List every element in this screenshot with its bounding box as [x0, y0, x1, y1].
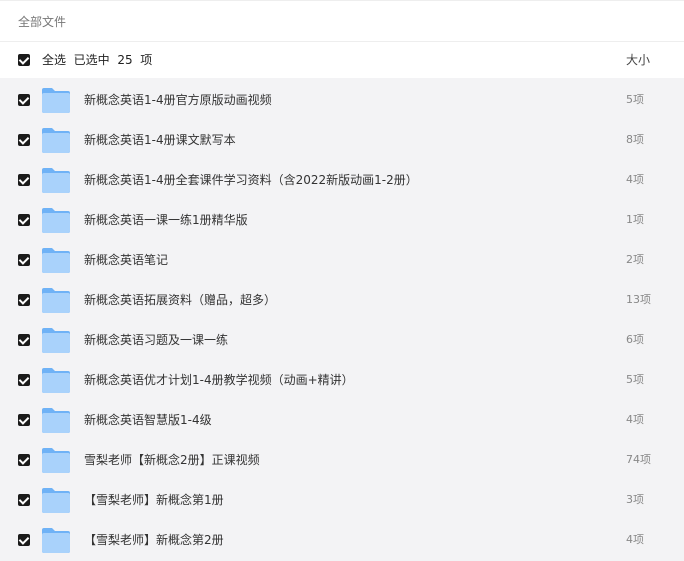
select-all-checkbox-icon[interactable] — [18, 54, 30, 66]
folder-icon — [41, 247, 71, 274]
folder-row[interactable]: 新概念英语智慧版1-4级 4项 — [0, 398, 684, 438]
selected-count: 25 — [117, 53, 133, 67]
folder-item-count: 2项 — [626, 253, 644, 266]
folder-row[interactable]: 雪梨老师【新概念2册】正课视频 74项 — [0, 438, 684, 478]
folder-row[interactable]: 【雪梨老师】新概念第1册 3项 — [0, 478, 684, 518]
checkbox-checked-icon[interactable] — [18, 454, 30, 466]
selected-prefix: 已选中 — [73, 53, 110, 67]
folder-item-count: 5项 — [626, 373, 644, 386]
checkbox-checked-icon[interactable] — [18, 494, 30, 506]
folder-name[interactable]: 【雪梨老师】新概念第2册 — [84, 532, 224, 548]
checkbox-checked-icon[interactable] — [18, 254, 30, 266]
folder-name[interactable]: 新概念英语优才计划1-4册教学视频（动画+精讲） — [84, 372, 354, 388]
folder-icon — [41, 127, 71, 154]
folder-name[interactable]: 新概念英语1-4册官方原版动画视频 — [84, 92, 272, 108]
folder-icon — [41, 287, 71, 314]
checkbox-checked-icon[interactable] — [18, 534, 30, 546]
folder-item-count: 74项 — [626, 453, 651, 466]
folder-item-count: 4项 — [626, 533, 644, 546]
folder-row[interactable]: 新概念英语1-4册课文默写本 8项 — [0, 118, 684, 158]
checkbox-checked-icon[interactable] — [18, 174, 30, 186]
folder-row[interactable]: 新概念英语习题及一课一练 6项 — [0, 318, 684, 358]
selection-summary: 全选 已选中 25 项 — [42, 52, 152, 68]
folder-name[interactable]: 新概念英语智慧版1-4级 — [84, 412, 212, 428]
selected-suffix: 项 — [140, 53, 153, 67]
folder-name[interactable]: 新概念英语笔记 — [84, 252, 168, 268]
folder-icon — [41, 167, 71, 194]
folder-name[interactable]: 新概念英语1-4册课文默写本 — [84, 132, 236, 148]
list-header: 全选 已选中 25 项 大小 — [0, 42, 684, 78]
folder-icon — [41, 327, 71, 354]
folder-item-count: 1项 — [626, 213, 644, 226]
folder-row[interactable]: 新概念英语1-4册全套课件学习资料（含2022新版动画1-2册） 4项 — [0, 158, 684, 198]
folder-icon — [41, 367, 71, 394]
folder-row[interactable]: 新概念英语笔记 2项 — [0, 238, 684, 278]
folder-row[interactable]: 【雪梨老师】新概念第2册 4项 — [0, 518, 684, 558]
folder-icon — [41, 407, 71, 434]
folder-icon — [41, 487, 71, 514]
checkbox-checked-icon[interactable] — [18, 334, 30, 346]
checkbox-checked-icon[interactable] — [18, 134, 30, 146]
breadcrumb-all-files[interactable]: 全部文件 — [18, 14, 66, 30]
folder-name[interactable]: 新概念英语习题及一课一练 — [84, 332, 228, 348]
file-browser: 全部文件 全选 已选中 25 项 大小 新概念英语1-4册官方原版动画视频 5项新… — [0, 0, 684, 561]
folder-name[interactable]: 新概念英语1-4册全套课件学习资料（含2022新版动画1-2册） — [84, 172, 418, 188]
folder-name[interactable]: 新概念英语一课一练1册精华版 — [84, 212, 248, 228]
folder-item-count: 8项 — [626, 133, 644, 146]
folder-item-count: 5项 — [626, 93, 644, 106]
folder-icon — [41, 447, 71, 474]
folder-item-count: 3项 — [626, 493, 644, 506]
folder-row[interactable]: 新概念英语一课一练1册精华版 1项 — [0, 198, 684, 238]
folder-list: 新概念英语1-4册官方原版动画视频 5项 新概念英语1-4册课文默写本 8项 新概念英语… — [0, 78, 684, 561]
checkbox-checked-icon[interactable] — [18, 414, 30, 426]
folder-item-count: 13项 — [626, 293, 651, 306]
checkbox-checked-icon[interactable] — [18, 214, 30, 226]
size-column-header[interactable]: 大小 — [626, 52, 650, 68]
checkbox-checked-icon[interactable] — [18, 294, 30, 306]
checkbox-checked-icon[interactable] — [18, 374, 30, 386]
folder-icon — [41, 207, 71, 234]
folder-icon — [41, 87, 71, 114]
folder-item-count: 4项 — [626, 173, 644, 186]
folder-icon — [41, 527, 71, 554]
folder-name[interactable]: 雪梨老师【新概念2册】正课视频 — [84, 452, 260, 468]
folder-name[interactable]: 新概念英语拓展资料（赠品，超多） — [84, 292, 276, 308]
folder-row[interactable]: 新概念英语1-4册官方原版动画视频 5项 — [0, 78, 684, 118]
folder-item-count: 6项 — [626, 333, 644, 346]
folder-row[interactable]: 新概念英语拓展资料（赠品，超多） 13项 — [0, 278, 684, 318]
select-all-label[interactable]: 全选 — [42, 53, 66, 67]
top-divider — [0, 0, 684, 1]
folder-item-count: 4项 — [626, 413, 644, 426]
checkbox-checked-icon[interactable] — [18, 94, 30, 106]
folder-row[interactable]: 新概念英语优才计划1-4册教学视频（动画+精讲） 5项 — [0, 358, 684, 398]
folder-name[interactable]: 【雪梨老师】新概念第1册 — [84, 492, 224, 508]
